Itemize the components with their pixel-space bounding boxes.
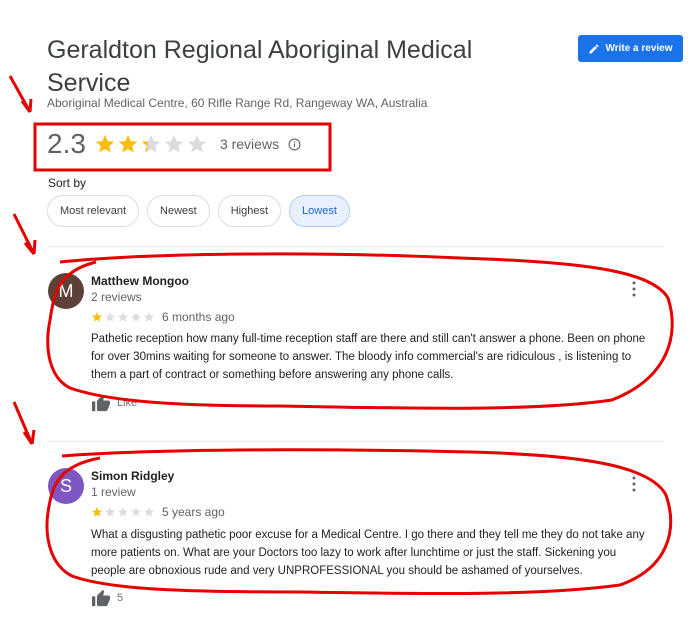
pencil-icon: [589, 43, 599, 53]
sort-newest-chip[interactable]: Newest: [147, 195, 210, 227]
avatar[interactable]: S: [48, 468, 84, 504]
avatar[interactable]: M: [48, 273, 84, 309]
star-filled-icon: [92, 507, 102, 517]
reviewer-name[interactable]: Simon Ridgley: [91, 469, 174, 483]
star-filled-icon: [92, 312, 102, 322]
like-count: 5: [117, 592, 124, 604]
star-empty-icon: [144, 312, 154, 322]
write-review-button[interactable]: Write a review: [578, 35, 683, 62]
reviewer-name[interactable]: Matthew Mongoo: [91, 274, 189, 288]
sort-highest-chip[interactable]: Highest: [217, 195, 282, 227]
like-button[interactable]: 5: [91, 589, 123, 607]
divider: [47, 246, 664, 247]
review-stars: [91, 311, 155, 323]
star-empty-icon: [118, 507, 128, 517]
reviewer-review-count: 2 reviews: [91, 290, 142, 304]
review-text: Pathetic reception how many full-time re…: [91, 333, 646, 381]
star-half-icon: [141, 134, 161, 153]
review-text: What a disgusting pathetic poor excuse f…: [91, 529, 645, 577]
rating-value: 2.3: [47, 128, 86, 159]
thumbs-up-icon: [92, 394, 110, 412]
reviewer-review-count: 1 review: [91, 485, 136, 499]
star-empty-icon: [105, 312, 115, 322]
star-empty-icon: [164, 134, 184, 153]
place-address: Aboriginal Medical Centre, 60 Rifle Rang…: [47, 96, 428, 110]
annotation-arrow: [8, 75, 33, 113]
star-filled-icon: [118, 134, 138, 153]
sort-lowest-chip[interactable]: Lowest: [289, 195, 350, 227]
star-filled-icon: [95, 134, 115, 153]
star-empty-icon: [144, 507, 154, 517]
star-empty-icon: [131, 312, 141, 322]
star-empty-icon: [187, 134, 207, 153]
place-title: Geraldton Regional Aboriginal Medical Se…: [47, 36, 473, 97]
sort-options: Most relevant Newest Highest Lowest: [47, 195, 350, 227]
more-options-icon[interactable]: [631, 281, 637, 297]
rating-stars: [94, 133, 208, 155]
review-count-link[interactable]: 3 reviews: [220, 136, 279, 152]
star-empty-icon: [118, 312, 128, 322]
sort-label: Sort by: [48, 176, 87, 190]
review-date: 5 years ago: [162, 505, 225, 519]
star-empty-icon: [131, 507, 141, 517]
annotation-arrow: [12, 401, 36, 445]
info-icon[interactable]: [288, 138, 301, 151]
like-button[interactable]: Like: [91, 394, 137, 412]
sort-most-relevant-chip[interactable]: Most relevant: [47, 195, 140, 227]
star-empty-icon: [105, 507, 115, 517]
write-review-label: Write a review: [605, 43, 673, 54]
review-date: 6 months ago: [162, 310, 235, 324]
thumbs-up-icon: [92, 589, 110, 607]
review-stars: [91, 506, 155, 518]
more-options-icon[interactable]: [631, 476, 637, 492]
annotation-arrow: [12, 213, 37, 255]
like-label: Like: [117, 397, 138, 409]
divider: [47, 441, 664, 442]
rating-summary: 2.3 3 reviews: [47, 126, 301, 162]
